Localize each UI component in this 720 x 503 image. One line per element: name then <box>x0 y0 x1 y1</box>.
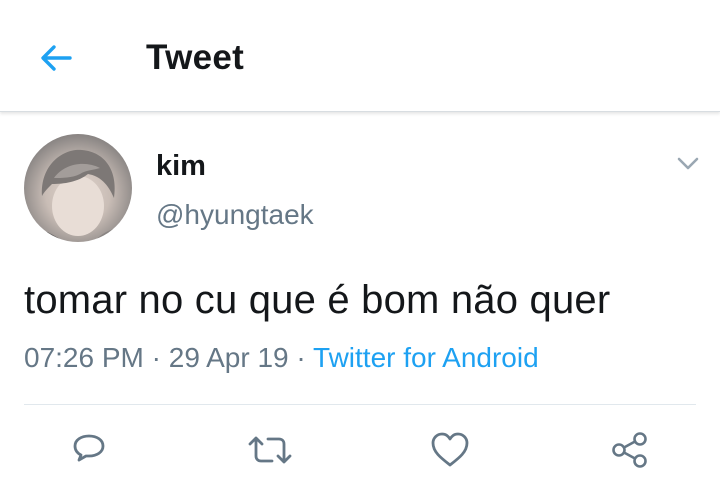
retweet-icon <box>248 436 292 464</box>
like-icon <box>431 432 469 467</box>
avatar-image <box>24 149 132 242</box>
back-button[interactable] <box>36 38 76 78</box>
share-button[interactable] <box>608 430 652 470</box>
page-title: Tweet <box>146 38 245 77</box>
tweet-text: tomar no cu que é bom não quer <box>24 278 611 322</box>
avatar[interactable] <box>24 134 132 242</box>
top-bar: Tweet <box>0 0 720 112</box>
reply-button[interactable] <box>67 430 111 470</box>
tweet-meta: 07:26 PM · 29 Apr 19 · Twitter for Andro… <box>24 342 539 374</box>
more-options-button[interactable] <box>674 152 702 174</box>
tweet-source-link[interactable]: Twitter for Android <box>313 342 539 373</box>
meta-separator: · <box>143 342 169 373</box>
like-button[interactable] <box>428 430 472 470</box>
tweet-time: 07:26 PM <box>24 342 144 373</box>
divider <box>24 404 696 405</box>
reply-icon <box>73 434 105 462</box>
share-icon <box>612 432 647 468</box>
author-handle[interactable]: @hyungtaek <box>156 199 314 231</box>
arrow-left-icon <box>41 45 72 71</box>
retweet-button[interactable] <box>248 430 292 470</box>
tweet-date: 29 Apr 19 <box>168 342 289 373</box>
meta-separator: · <box>288 342 314 373</box>
author-name[interactable]: kim <box>156 150 206 183</box>
chevron-down-icon <box>677 157 699 170</box>
